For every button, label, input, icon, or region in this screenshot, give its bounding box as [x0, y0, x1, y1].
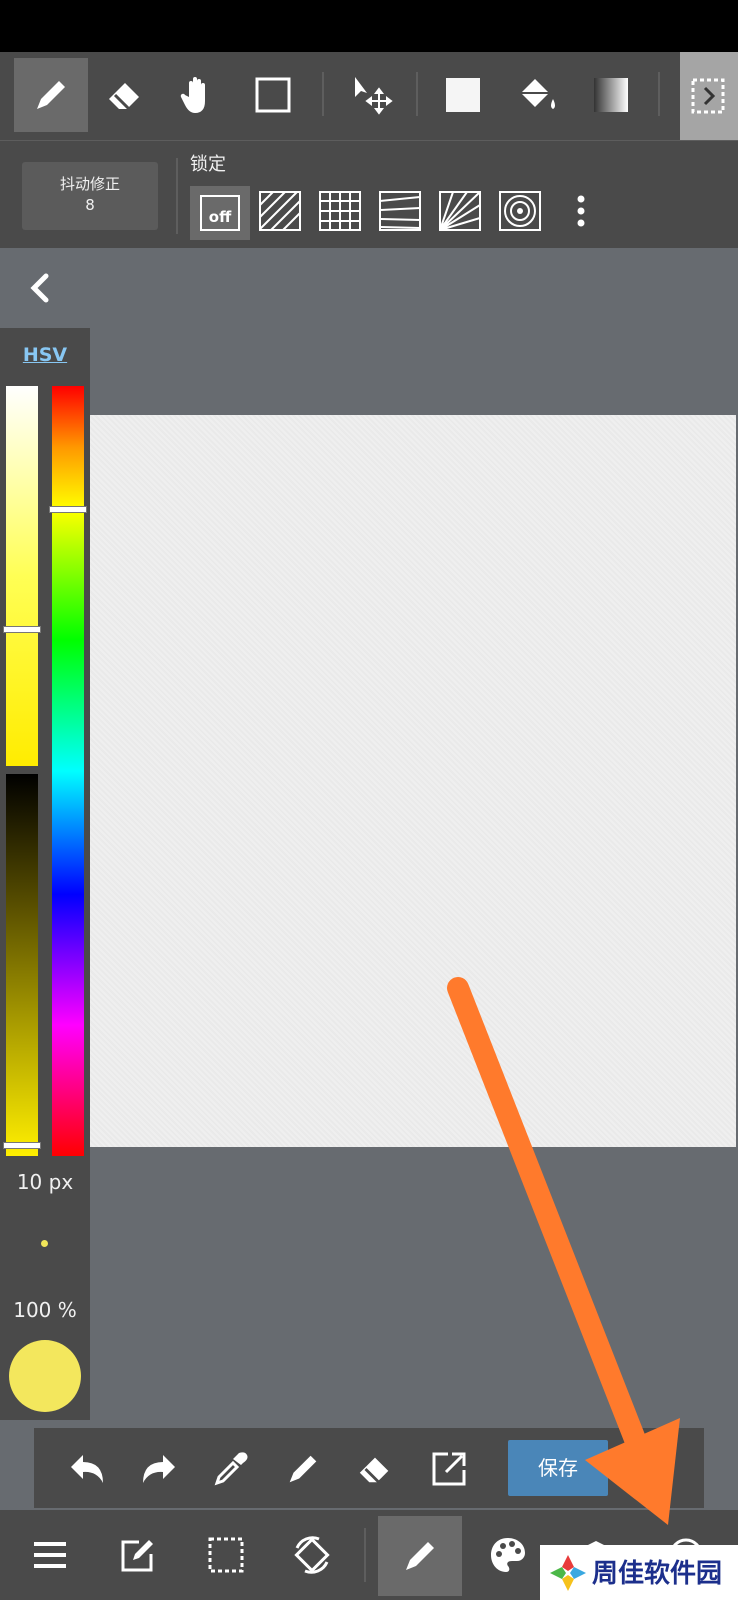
perspective-lines-icon [379, 191, 421, 231]
menu-icon [34, 1542, 66, 1568]
gradient-icon [594, 78, 628, 112]
shape-tool-button[interactable] [236, 58, 310, 132]
stabilizer-label: 抖动修正 [59, 175, 120, 193]
pen-button[interactable] [378, 1516, 462, 1596]
selection-button[interactable] [186, 1520, 266, 1590]
drawing-canvas[interactable] [90, 415, 736, 1147]
lock-off-button[interactable]: off [190, 186, 250, 240]
rectangle-icon [255, 77, 291, 113]
lock-label: 锁定 [190, 154, 226, 175]
tool-toolbar [0, 52, 738, 141]
pen-icon [406, 1542, 434, 1570]
eyedropper-button[interactable] [208, 1446, 254, 1492]
selection-icon [691, 78, 725, 114]
parallel-lines-icon [259, 191, 301, 231]
eraser-shortcut-button[interactable] [352, 1446, 398, 1492]
more-vertical-icon [577, 195, 585, 227]
collapse-panel-button[interactable] [22, 268, 56, 308]
move-icon [355, 77, 393, 115]
hand-icon [180, 77, 205, 113]
hue-slider-handle[interactable] [49, 506, 87, 513]
toolbar-divider [322, 72, 324, 116]
fill-square-icon [446, 78, 480, 112]
export-icon [432, 1452, 466, 1486]
toolbar-divider [658, 72, 660, 116]
lock-off-label: off [200, 195, 240, 231]
hand-tool-button[interactable] [162, 58, 236, 132]
pen-icon [289, 1455, 317, 1483]
grid-icon [319, 191, 361, 231]
hue-slider[interactable] [49, 386, 87, 1156]
stabilizer-button[interactable]: 抖动修正 8 [22, 162, 158, 230]
stabilizer-value: 8 [85, 196, 95, 214]
lock-radial-button[interactable] [436, 188, 484, 234]
pen-shortcut-button[interactable] [280, 1446, 326, 1492]
undo-icon [71, 1455, 103, 1483]
chevron-left-icon [30, 273, 49, 303]
save-button[interactable]: 保存 [508, 1440, 608, 1496]
saturation-slider-handle[interactable] [3, 626, 41, 633]
pen-tool-button[interactable] [14, 58, 88, 132]
lock-more-button[interactable] [556, 188, 606, 234]
edit-icon [121, 1540, 153, 1572]
move-tool-button[interactable] [336, 58, 410, 132]
edit-button[interactable] [98, 1520, 178, 1590]
dashed-selection-icon [208, 1537, 244, 1573]
palette-button[interactable] [468, 1520, 548, 1590]
watermark-text: 周佳软件园 [592, 1559, 723, 1589]
palette-icon [491, 1538, 525, 1572]
export-button[interactable] [426, 1446, 472, 1492]
bucket-tool-button[interactable] [500, 58, 574, 132]
status-bar [0, 0, 738, 52]
undo-button[interactable] [64, 1446, 110, 1492]
opacity-label[interactable]: 100 % [0, 1298, 90, 1322]
menu-button[interactable] [10, 1520, 90, 1590]
subbar-divider [176, 158, 178, 234]
eyedropper-icon [214, 1452, 248, 1486]
brush-size-label[interactable]: 10 px [0, 1170, 90, 1194]
eraser-icon [359, 1457, 389, 1484]
lock-grid-button[interactable] [316, 188, 364, 234]
redo-icon [143, 1455, 175, 1483]
gradient-tool-button[interactable] [574, 58, 648, 132]
fill-color-button[interactable] [426, 58, 500, 132]
toolbar-divider [416, 72, 418, 116]
lock-perspective-lines-button[interactable] [376, 188, 424, 234]
rotate-canvas-button[interactable] [272, 1520, 352, 1590]
lock-parallel-button[interactable] [256, 188, 304, 234]
brush-preview-dot [41, 1240, 48, 1247]
saturation-slider[interactable] [3, 386, 41, 766]
selection-tool-button[interactable] [680, 52, 738, 140]
paint-bucket-icon [521, 79, 555, 109]
color-mode-toggle[interactable]: HSV [0, 344, 90, 366]
eraser-tool-button[interactable] [88, 58, 162, 132]
eraser-icon [109, 83, 139, 111]
pen-icon [37, 81, 65, 109]
lock-concentric-button[interactable] [496, 188, 544, 234]
value-slider[interactable] [3, 774, 41, 1156]
rotate-icon [294, 1536, 330, 1574]
value-slider-handle[interactable] [3, 1142, 41, 1149]
redo-button[interactable] [136, 1446, 182, 1492]
current-color-swatch[interactable] [9, 1340, 81, 1412]
watermark-logo-icon [550, 1555, 586, 1591]
concentric-circles-icon [499, 191, 541, 231]
bottom-divider [364, 1528, 366, 1582]
radial-lines-icon [439, 191, 481, 231]
